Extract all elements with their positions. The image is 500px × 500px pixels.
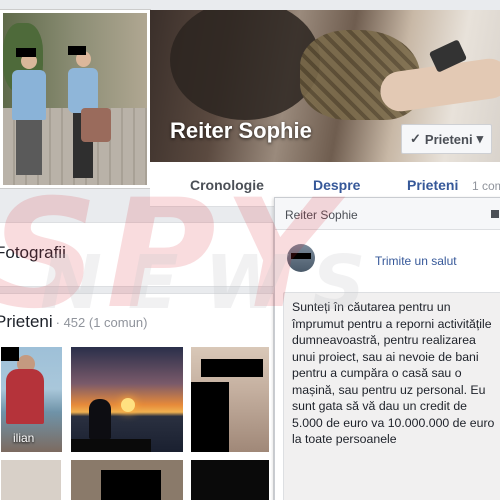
tab-friends[interactable]: Prieteni — [407, 177, 458, 193]
check-icon: ✓ — [410, 131, 421, 146]
chat-header[interactable]: Reiter Sophie — [275, 198, 500, 230]
censor-bar — [16, 48, 36, 57]
friends-card: Prieteni · 452 (1 comun) ilian — [0, 293, 274, 500]
friend-thumbnail[interactable] — [71, 347, 183, 452]
censor-bar — [71, 439, 151, 452]
censor-bar — [1, 347, 19, 361]
friends-heading-label[interactable]: Prieteni — [0, 312, 53, 331]
avatar[interactable] — [287, 244, 315, 272]
friends-count: · 452 (1 comun) — [55, 315, 148, 330]
photos-card: Fotografii — [0, 222, 274, 287]
chat-window: Reiter Sophie Trimite un salut Sunteți î… — [274, 197, 500, 500]
friend-thumbnail[interactable] — [191, 347, 269, 452]
friend-thumbnail[interactable]: ilian — [1, 347, 62, 452]
send-greeting-link[interactable]: Trimite un salut — [375, 254, 457, 268]
censor-bar — [291, 253, 311, 259]
profile-photo[interactable] — [0, 10, 150, 188]
friends-heading: Prieteni · 452 (1 comun) — [0, 312, 147, 332]
friends-status-label: Prieteni — [424, 131, 473, 147]
friend-thumbnail[interactable] — [1, 460, 61, 500]
photos-heading[interactable]: Fotografii — [0, 243, 66, 263]
close-icon[interactable] — [491, 210, 499, 218]
tab-about[interactable]: Despre — [313, 177, 360, 193]
profile-name[interactable]: Reiter Sophie — [170, 118, 312, 144]
friend-thumbnail[interactable] — [191, 460, 269, 500]
profile-photo-image — [3, 13, 147, 185]
friends-status-button[interactable]: ✓ Prieteni ▾ — [401, 124, 493, 154]
tab-friends-mutual-count: 1 com — [472, 179, 500, 193]
censor-bar — [68, 46, 86, 55]
friend-caption: ilian — [13, 431, 35, 445]
tab-timeline[interactable]: Cronologie — [190, 177, 264, 193]
chat-message: Sunteți în căutarea pentru un împrumut p… — [283, 292, 500, 500]
friend-thumbnail[interactable] — [71, 460, 183, 500]
censor-bar — [101, 470, 161, 500]
censor-bar — [191, 382, 229, 452]
censor-bar — [201, 359, 263, 377]
facebook-profile-page: Reiter Sophie ✓ Prieteni ▾ Cronologie De… — [0, 0, 500, 500]
chat-title[interactable]: Reiter Sophie — [285, 208, 358, 222]
cover-photo[interactable]: Reiter Sophie ✓ Prieteni ▾ — [150, 10, 500, 162]
chevron-down-icon: ▾ — [476, 131, 484, 146]
